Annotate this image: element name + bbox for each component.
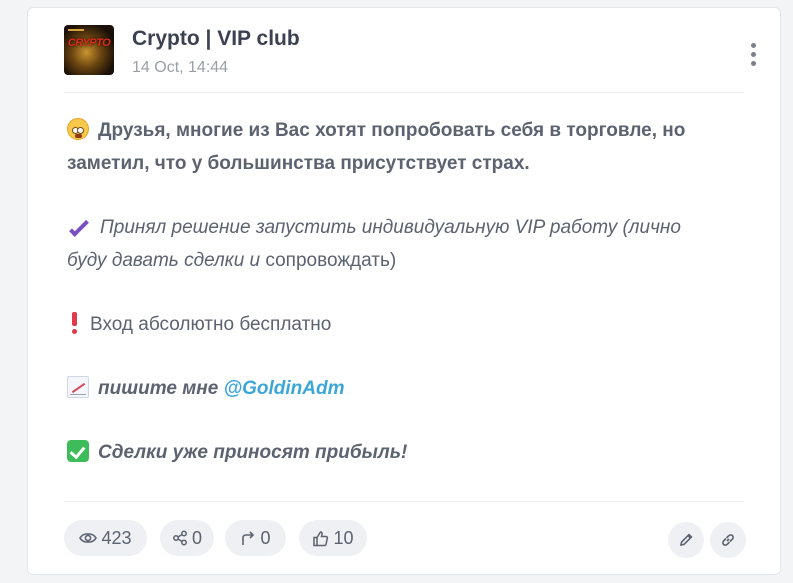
post-text-2b-italic: буду давать сделки и [67, 250, 261, 271]
post-paragraph-4: пишите мне @GoldinAdm [67, 372, 757, 405]
post-date: 14 Oct, 14:44 [132, 59, 229, 76]
channel-avatar[interactable]: CRYPTO [64, 25, 114, 75]
shares-counter[interactable]: 0 [160, 520, 214, 556]
pencil-icon [679, 533, 693, 547]
post-text-1a: Друзья, многие из Вас хотят попробовать … [98, 120, 686, 141]
forwards-count: 0 [260, 527, 271, 548]
dot-icon [750, 51, 756, 57]
copy-link-button[interactable] [710, 522, 746, 558]
post-card: CRYPTO Crypto | VIP club 14 Oct, 14:44 Д… [27, 7, 781, 575]
shares-count: 0 [191, 527, 202, 548]
check-mark-emoji-icon [67, 215, 91, 237]
views-count: 423 [101, 527, 132, 548]
views-counter[interactable]: 423 [64, 520, 147, 556]
thumbs-up-icon [313, 530, 329, 546]
dot-icon [750, 60, 756, 66]
contact-link[interactable]: @GoldinAdm [224, 378, 345, 399]
post-text-1b: заметил, что у большинства присутствует … [67, 153, 530, 174]
post-text-5: Сделки уже приносят прибыль! [98, 442, 408, 463]
edit-button[interactable] [668, 522, 704, 558]
post-body: Друзья, многие из Вас хотят попробовать … [67, 114, 757, 469]
post-paragraph-1: Друзья, многие из Вас хотят попробовать … [67, 114, 757, 180]
chart-increasing-emoji-icon [67, 376, 89, 398]
post-text-2a: Принял решение запустить индивидуальную … [100, 217, 681, 238]
link-icon [722, 534, 734, 546]
dot-icon [750, 42, 756, 48]
channel-title[interactable]: Crypto | VIP club [132, 27, 300, 51]
post-paragraph-3: Вход абсолютно бесплатно [67, 308, 757, 341]
post-text-3: Вход абсолютно бесплатно [90, 314, 332, 335]
header-divider [64, 92, 744, 93]
avatar-logo: CRYPTO [67, 37, 111, 49]
exclamation-emoji-icon [67, 312, 81, 334]
eye-icon [79, 533, 98, 543]
post-paragraph-5: Сделки уже приносят прибыль! [67, 436, 757, 469]
footer-divider [64, 501, 744, 502]
astonished-face-emoji-icon [67, 118, 89, 140]
more-options-button[interactable] [744, 37, 762, 71]
post-header: CRYPTO Crypto | VIP club 14 Oct, 14:44 [64, 25, 756, 91]
post-footer: 423 0 0 10 [64, 520, 746, 558]
likes-counter[interactable]: 10 [299, 520, 367, 556]
share-icon [173, 530, 187, 546]
post-text-4: пишите мне [98, 378, 224, 399]
check-box-emoji-icon [67, 440, 89, 462]
likes-count: 10 [333, 527, 354, 548]
crown-icon [68, 29, 84, 35]
post-paragraph-2: Принял решение запустить индивидуальную … [67, 211, 757, 277]
forward-arrow-icon [242, 531, 255, 545]
post-text-2b-plain: сопровождать) [260, 250, 397, 271]
forwards-counter[interactable]: 0 [225, 520, 286, 556]
